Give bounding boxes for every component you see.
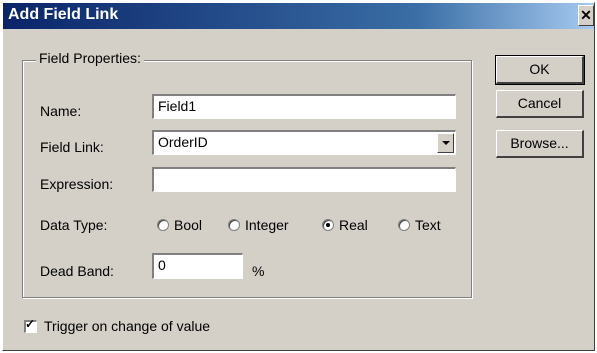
- field-link-label: Field Link:: [40, 139, 104, 155]
- radio-text-label: Text: [415, 217, 441, 233]
- browse-button[interactable]: Browse...: [496, 130, 584, 158]
- radio-button-icon: [157, 219, 169, 231]
- trigger-checkbox[interactable]: [24, 317, 37, 333]
- dead-band-label: Dead Band:: [40, 263, 114, 279]
- cancel-button[interactable]: Cancel: [496, 90, 584, 118]
- title-bar[interactable]: Add Field Link ✕: [3, 3, 594, 29]
- expression-input[interactable]: [152, 167, 456, 192]
- radio-button-icon: [398, 219, 410, 231]
- field-link-value: OrderID: [158, 134, 208, 150]
- radio-integer-label: Integer: [245, 217, 289, 233]
- radio-bool-label: Bool: [174, 217, 203, 233]
- radio-button-icon: [228, 219, 240, 231]
- data-type-label: Data Type:: [40, 217, 108, 233]
- window-title: Add Field Link: [8, 6, 119, 23]
- dead-band-unit: %: [252, 263, 265, 279]
- radio-button-selected-icon: [322, 219, 334, 231]
- trigger-label[interactable]: Trigger on change of value: [44, 318, 210, 334]
- name-input[interactable]: Field1: [152, 94, 456, 119]
- ok-button[interactable]: OK: [495, 55, 585, 85]
- name-label: Name:: [40, 103, 82, 119]
- field-link-select[interactable]: OrderID: [152, 130, 456, 155]
- field-properties-title: Field Properties:: [36, 50, 144, 66]
- chevron-down-icon[interactable]: [437, 133, 454, 153]
- dead-band-input[interactable]: 0: [152, 253, 243, 279]
- radio-real-label: Real: [339, 217, 368, 233]
- close-icon[interactable]: ✕: [578, 5, 594, 26]
- expression-label: Expression:: [40, 176, 114, 192]
